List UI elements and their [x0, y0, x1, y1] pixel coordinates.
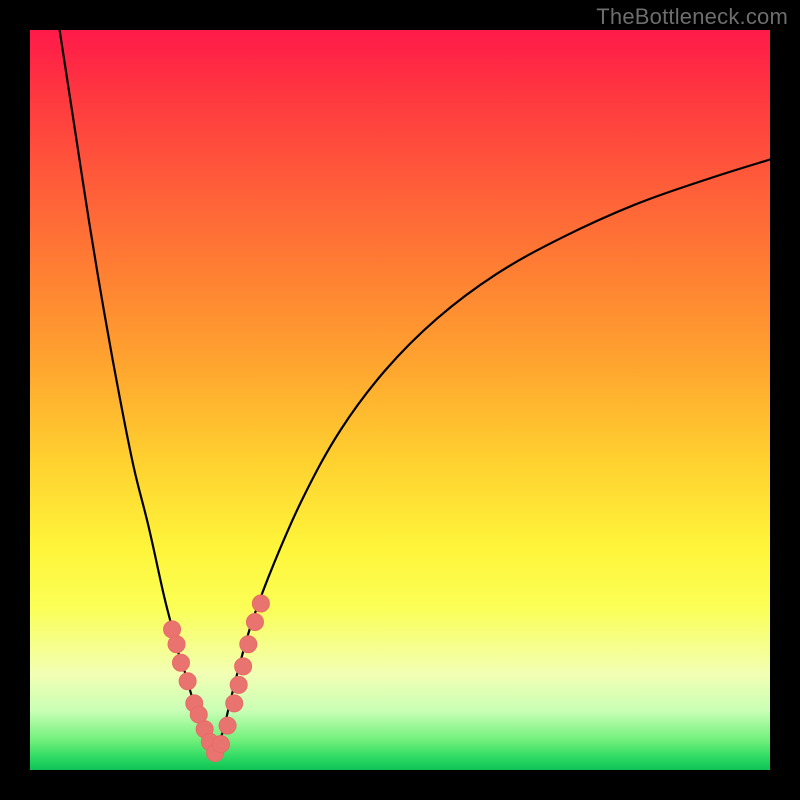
highlight-dot — [246, 614, 263, 631]
highlight-dot — [179, 673, 196, 690]
highlight-dot — [230, 676, 247, 693]
highlight-dot — [240, 636, 257, 653]
highlight-dot — [226, 695, 243, 712]
highlight-dot — [252, 595, 269, 612]
highlight-dot — [172, 654, 189, 671]
chart-frame — [30, 30, 770, 770]
curve-right-branch — [214, 160, 770, 756]
highlight-dots — [164, 595, 270, 761]
bottleneck-curve-plot — [30, 30, 770, 770]
highlight-dot — [212, 736, 229, 753]
watermark-text: TheBottleneck.com — [596, 4, 788, 30]
highlight-dot — [235, 658, 252, 675]
highlight-dot — [168, 636, 185, 653]
curve-left-branch — [60, 30, 214, 755]
highlight-dot — [219, 717, 236, 734]
